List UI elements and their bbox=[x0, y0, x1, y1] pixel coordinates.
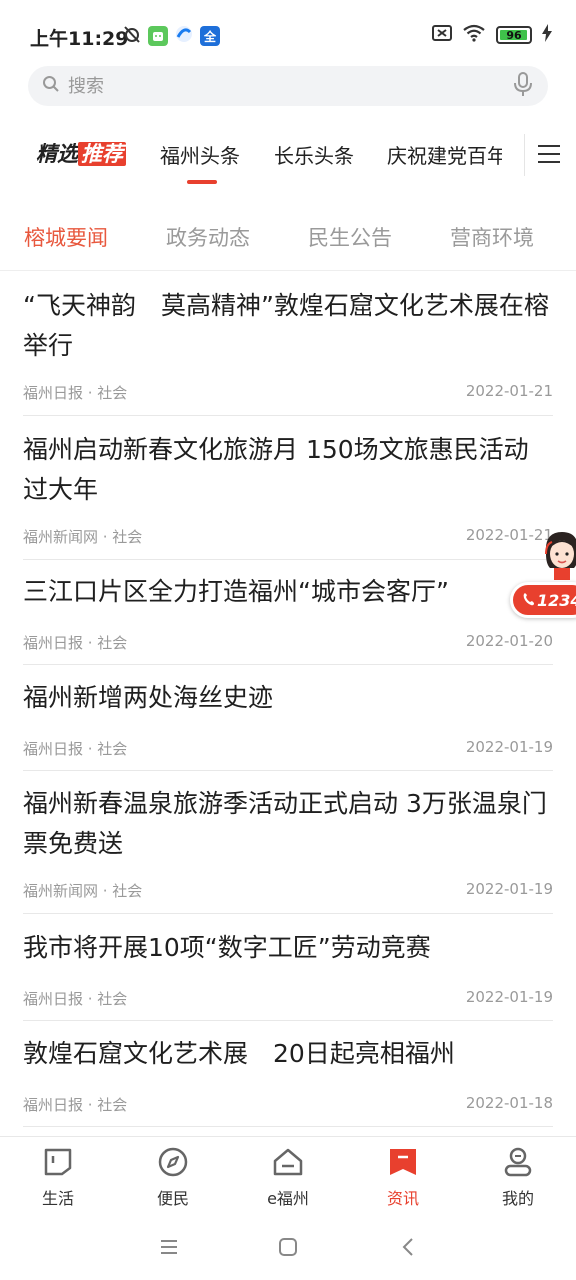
search-input[interactable] bbox=[68, 75, 512, 97]
recent-apps-icon[interactable] bbox=[154, 1232, 184, 1262]
nav-life[interactable]: 生活 bbox=[8, 1145, 108, 1211]
news-source: 福州日报 · 社会 bbox=[23, 990, 128, 1008]
news-item[interactable]: 我市将开展10项“数字工匠”劳动竞赛 福州日报 · 社会 2022-01-19 bbox=[23, 928, 553, 1021]
tab-changle-headlines[interactable]: 长乐头条 bbox=[274, 140, 354, 169]
divider bbox=[524, 134, 525, 176]
channel-tabs: 精选 推荐 福州头条 长乐头条 庆祝建党百年 bbox=[0, 122, 576, 188]
app-badge-icon: 全 bbox=[200, 26, 220, 46]
nav-label: 生活 bbox=[41, 1189, 74, 1208]
nav-profile[interactable]: 我的 bbox=[468, 1145, 568, 1211]
news-title: 福州新春温泉旅游季活动正式启动 3万张温泉门票免费送 bbox=[23, 789, 547, 858]
app-screen: 上午11:29 全 96 搜索 精选 推荐 福州头条 长乐头条 庆祝建党百年 榕… bbox=[0, 0, 576, 1280]
news-date: 2022-01-20 bbox=[465, 632, 553, 650]
news-title: “飞天神韵 莫高精神”敦煌石窟文化艺术展在榕举行 bbox=[23, 291, 549, 360]
news-date: 2022-01-19 bbox=[465, 880, 553, 898]
status-bar: 上午11:29 全 96 bbox=[0, 0, 576, 70]
app-notification-icon bbox=[148, 26, 168, 46]
microphone-icon[interactable] bbox=[512, 71, 534, 101]
news-icon bbox=[386, 1145, 420, 1179]
channel-menu-icon[interactable] bbox=[538, 142, 560, 166]
news-date: 2022-01-18 bbox=[465, 1094, 553, 1112]
system-status-icons: 96 bbox=[432, 24, 552, 46]
news-title: 敦煌石窟文化艺术展 20日起亮相福州 bbox=[23, 1039, 455, 1068]
news-item[interactable]: 三江口片区全力打造福州“城市会客厅” 福州日报 · 社会 2022-01-20 bbox=[23, 572, 553, 665]
tab-featured-recommend[interactable]: 精选 推荐 bbox=[36, 138, 126, 168]
news-item[interactable]: “飞天神韵 莫高精神”敦煌石窟文化艺术展在榕举行 福州日报 · 社会 2022-… bbox=[23, 286, 553, 416]
phone-icon bbox=[523, 591, 535, 610]
news-source: 福州日报 · 社会 bbox=[23, 384, 128, 402]
news-source: 福州新闻网 · 社会 bbox=[23, 528, 143, 546]
life-icon bbox=[41, 1145, 75, 1179]
news-title: 福州启动新春文化旅游月 150场文旅惠民活动过大年 bbox=[23, 435, 529, 504]
hotline-badge[interactable]: 1234 bbox=[510, 582, 576, 618]
news-date: 2022-01-19 bbox=[465, 988, 553, 1006]
sub-tabs: 榕城要闻 政务动态 民生公告 营商环境 bbox=[0, 212, 576, 262]
news-title: 福州新增两处海丝史迹 bbox=[23, 683, 274, 712]
tab-party-centenary[interactable]: 庆祝建党百年 bbox=[387, 140, 502, 169]
brand-tab-label: 精选 bbox=[36, 142, 78, 166]
tab-fuzhou-headlines[interactable]: 福州头条 bbox=[160, 140, 240, 169]
news-item[interactable]: 敦煌石窟文化艺术展 20日起亮相福州 福州日报 · 社会 2022-01-18 bbox=[23, 1034, 553, 1127]
news-item[interactable]: 福州启动新春文化旅游月 150场文旅惠民活动过大年 福州新闻网 · 社会 202… bbox=[23, 430, 553, 560]
nav-label: 我的 bbox=[501, 1189, 534, 1208]
wifi-icon bbox=[462, 24, 486, 46]
news-date: 2022-01-19 bbox=[465, 738, 553, 756]
back-icon[interactable] bbox=[393, 1232, 423, 1262]
bottom-navigation: 生活 便民 e福州 资讯 我的 bbox=[0, 1136, 576, 1214]
battery-level-text: 96 bbox=[506, 28, 522, 42]
subtab-government[interactable]: 政务动态 bbox=[166, 222, 250, 252]
assistant-avatar-icon bbox=[540, 528, 576, 580]
news-source: 福州日报 · 社会 bbox=[23, 740, 128, 758]
news-source: 福州新闻网 · 社会 bbox=[23, 882, 143, 900]
battery-indicator: 96 bbox=[496, 26, 532, 44]
subtab-city-news[interactable]: 榕城要闻 bbox=[24, 222, 108, 252]
news-title: 我市将开展10项“数字工匠”劳动竞赛 bbox=[23, 933, 431, 962]
search-icon bbox=[42, 75, 60, 97]
subtab-business-environment[interactable]: 营商环境 bbox=[450, 222, 534, 252]
news-item[interactable]: 福州新增两处海丝史迹 福州日报 · 社会 2022-01-19 bbox=[23, 678, 553, 771]
nav-label: e福州 bbox=[267, 1189, 309, 1208]
hotline-number: 1234 bbox=[537, 590, 576, 610]
home-button-icon[interactable] bbox=[273, 1232, 303, 1262]
nav-label: 资讯 bbox=[386, 1189, 419, 1208]
nav-convenience[interactable]: 便民 bbox=[123, 1145, 223, 1211]
search-bar[interactable] bbox=[28, 66, 548, 106]
nav-news[interactable]: 资讯 bbox=[353, 1145, 453, 1211]
news-item[interactable]: 福州新春温泉旅游季活动正式启动 3万张温泉门票免费送 福州新闻网 · 社会 20… bbox=[23, 784, 553, 914]
home-icon bbox=[271, 1145, 305, 1179]
subtab-public-notices[interactable]: 民生公告 bbox=[308, 222, 392, 252]
nav-label: 便民 bbox=[156, 1189, 189, 1208]
notification-icons: 全 bbox=[122, 24, 220, 48]
brand-tab-highlight: 推荐 bbox=[78, 142, 126, 166]
divider bbox=[0, 270, 576, 271]
profile-icon bbox=[501, 1145, 535, 1179]
news-date: 2022-01-21 bbox=[465, 382, 553, 400]
sim-off-icon bbox=[432, 24, 452, 46]
news-source: 福州日报 · 社会 bbox=[23, 1096, 128, 1114]
status-time: 上午11:29 bbox=[30, 28, 129, 50]
news-title: 三江口片区全力打造福州“城市会客厅” bbox=[23, 577, 449, 606]
system-navigation-bar bbox=[0, 1214, 576, 1280]
compass-icon bbox=[156, 1145, 190, 1179]
active-tab-indicator bbox=[187, 180, 217, 184]
floating-assistant[interactable]: 1234 bbox=[510, 528, 576, 624]
browser-icon bbox=[174, 24, 194, 48]
alarm-off-icon bbox=[122, 24, 142, 48]
charging-icon bbox=[542, 24, 552, 46]
news-source: 福州日报 · 社会 bbox=[23, 634, 128, 652]
nav-e-fuzhou[interactable]: e福州 bbox=[238, 1145, 338, 1211]
